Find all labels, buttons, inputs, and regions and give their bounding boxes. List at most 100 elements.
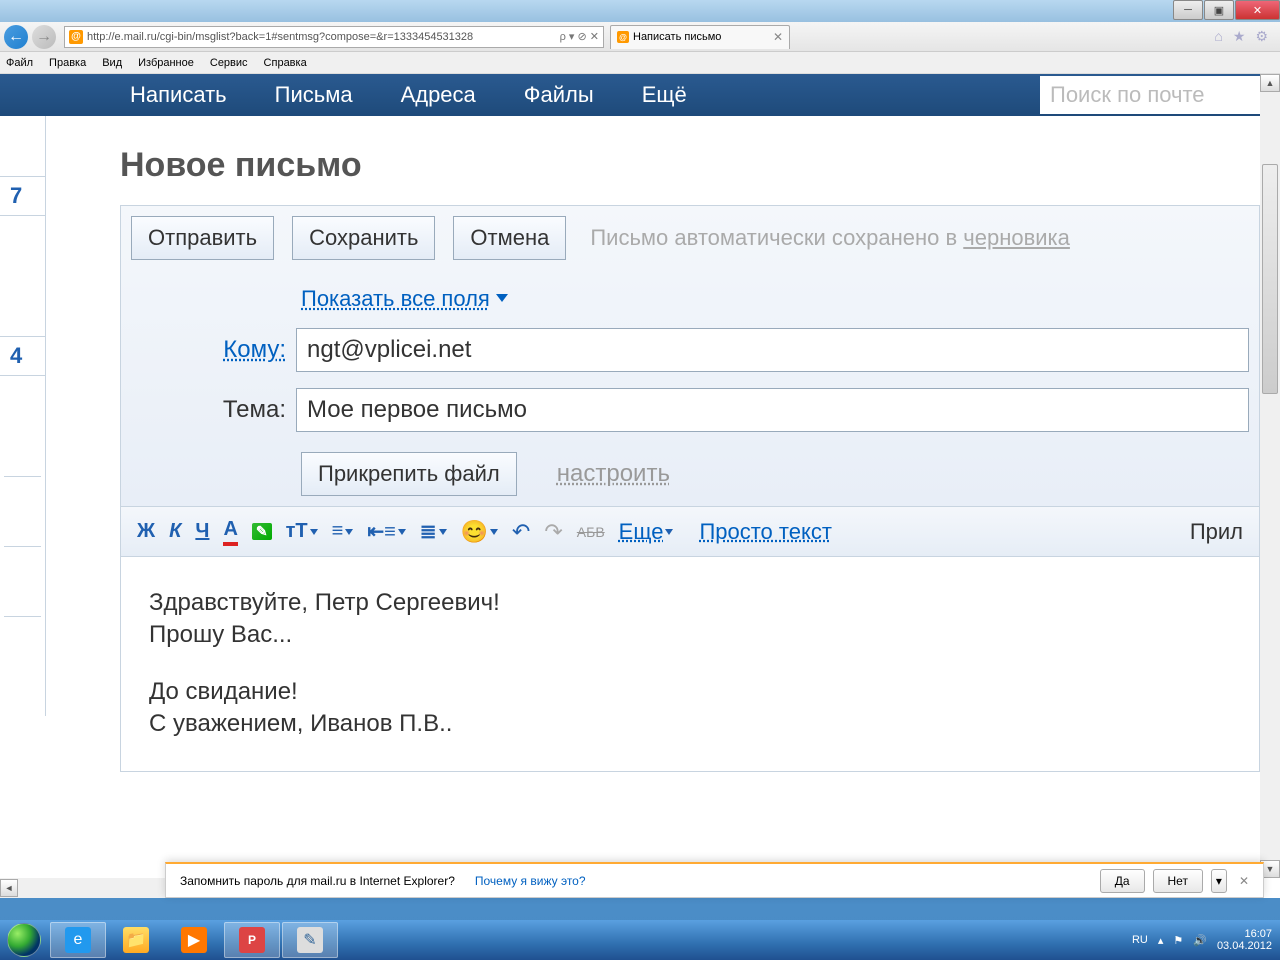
underline-button[interactable]: Ч — [195, 520, 209, 543]
tab-close-icon[interactable]: ✕ — [773, 30, 783, 44]
menu-favorites[interactable]: Избранное — [138, 57, 194, 69]
left-number-7: 7 — [0, 176, 45, 216]
mail-search-input[interactable]: Поиск по почте — [1040, 76, 1260, 114]
italic-button[interactable]: К — [169, 520, 181, 543]
body-line: С уважением, Иванов П.В.. — [149, 708, 1231, 740]
autosave-hint: Письмо автоматически сохранено в чернови… — [590, 225, 1070, 251]
window-minimize-button[interactable]: ─ — [1173, 0, 1203, 20]
start-button[interactable] — [0, 920, 48, 960]
browser-nav-bar: ← → @ http://e.mail.ru/cgi-bin/msglist?b… — [0, 22, 1280, 52]
taskbar-notepad[interactable]: ✎ — [282, 922, 338, 958]
browser-tab[interactable]: @ Написать письмо ✕ — [610, 25, 790, 49]
toolbar-right-label: Прил — [1190, 519, 1243, 545]
tab-title: Написать письмо — [633, 31, 721, 43]
address-bar[interactable]: @ http://e.mail.ru/cgi-bin/msglist?back=… — [64, 26, 604, 48]
nav-files[interactable]: Файлы — [524, 82, 594, 108]
subject-field-row: Тема: — [131, 388, 1249, 432]
taskbar-powerpoint[interactable]: P — [224, 922, 280, 958]
message-body[interactable]: Здравствуйте, Петр Сергеевич! Прошу Вас.… — [120, 557, 1260, 772]
emoji-button[interactable]: 😊 — [461, 519, 498, 545]
more-button[interactable]: Еще — [619, 519, 674, 545]
site-favicon-icon: @ — [69, 30, 83, 44]
send-button[interactable]: Отправить — [131, 216, 274, 260]
taskbar-media[interactable]: ▶ — [166, 922, 222, 958]
tray-volume-icon[interactable]: 🔊 — [1193, 934, 1207, 947]
fontsize-button[interactable]: тT — [286, 520, 318, 543]
save-button[interactable]: Сохранить — [292, 216, 435, 260]
menu-service[interactable]: Сервис — [210, 57, 248, 69]
clear-format-button[interactable]: АБВ — [577, 524, 605, 540]
taskbar-explorer[interactable]: 📁 — [108, 922, 164, 958]
taskbar: e 📁 ▶ P ✎ RU ▴ ⚑ 🔊 16:07 03.04.2012 — [0, 920, 1280, 960]
mail-search-placeholder: Поиск по почте — [1050, 82, 1205, 108]
nav-more[interactable]: Ещё — [642, 82, 687, 108]
tray-flag-icon[interactable]: ⚑ — [1173, 934, 1183, 947]
highlight-button[interactable]: ✎ — [252, 523, 272, 540]
settings-icon[interactable]: ⚙ — [1255, 28, 1268, 45]
forward-button[interactable]: → — [32, 25, 56, 49]
drafts-link[interactable]: черновика — [963, 225, 1070, 250]
chevron-down-icon — [496, 294, 508, 302]
mail-top-nav: Написать Письма Адреса Файлы Ещё Поиск п… — [0, 74, 1260, 116]
to-label[interactable]: Кому: — [131, 336, 296, 364]
notif-dropdown-button[interactable]: ▾ — [1211, 869, 1227, 893]
window-close-button[interactable]: ✕ — [1235, 0, 1280, 20]
color-button[interactable]: А — [223, 518, 237, 546]
left-separator — [4, 476, 41, 477]
bold-button[interactable]: Ж — [137, 520, 155, 543]
to-input[interactable] — [296, 328, 1249, 372]
nav-compose[interactable]: Написать — [130, 82, 227, 108]
configure-link[interactable]: настроить — [557, 460, 670, 488]
tray-clock[interactable]: 16:07 03.04.2012 — [1217, 928, 1272, 952]
editor-toolbar: Ж К Ч А ✎ тT ≡ ⇤≡ ≣ 😊 ↶ ↷ АБВ Еще Просто… — [120, 507, 1260, 557]
tab-favicon-icon: @ — [617, 31, 629, 43]
system-tray: RU ▴ ⚑ 🔊 16:07 03.04.2012 — [1132, 928, 1272, 952]
button-row: Отправить Сохранить Отмена Письмо автома… — [131, 216, 1249, 260]
taskbar-ie[interactable]: e — [50, 922, 106, 958]
left-column: 7 4 — [0, 116, 46, 716]
nav-letters[interactable]: Письма — [275, 82, 353, 108]
notif-close-icon[interactable]: ✕ — [1239, 874, 1249, 888]
list-button[interactable]: ≣ — [420, 519, 447, 544]
back-button[interactable]: ← — [4, 25, 28, 49]
scroll-up-button[interactable]: ▲ — [1260, 74, 1280, 92]
blank-line — [149, 652, 1231, 676]
notif-why-link[interactable]: Почему я вижу это? — [475, 874, 586, 888]
vertical-scrollbar[interactable]: ▲ ▼ — [1260, 74, 1280, 878]
url-controls[interactable]: ρ ▾ ⊘ ✕ — [554, 30, 599, 43]
attach-file-button[interactable]: Прикрепить файл — [301, 452, 517, 496]
align-button[interactable]: ≡ — [332, 520, 354, 543]
to-field-row: Кому: — [131, 328, 1249, 372]
menu-view[interactable]: Вид — [102, 57, 122, 69]
left-separator — [4, 546, 41, 547]
plain-text-link[interactable]: Просто текст — [699, 519, 831, 545]
attach-row: Прикрепить файл настроить — [301, 452, 1249, 496]
left-separator — [4, 616, 41, 617]
tray-arrow-icon[interactable]: ▴ — [1158, 934, 1164, 947]
redo-button[interactable]: ↷ — [544, 519, 562, 545]
undo-button[interactable]: ↶ — [512, 519, 530, 545]
page-title: Новое письмо — [120, 146, 1260, 185]
notif-no-button[interactable]: Нет — [1153, 869, 1203, 893]
left-number-4: 4 — [0, 336, 45, 376]
nav-addresses[interactable]: Адреса — [401, 82, 476, 108]
menu-help[interactable]: Справка — [264, 57, 307, 69]
indent-button[interactable]: ⇤≡ — [367, 519, 405, 544]
scroll-thumb[interactable] — [1262, 164, 1278, 394]
window-titlebar: ─ ▣ ✕ — [0, 0, 1280, 22]
home-icon[interactable]: ⌂ — [1214, 28, 1222, 45]
cancel-button[interactable]: Отмена — [453, 216, 566, 260]
window-maximize-button[interactable]: ▣ — [1204, 0, 1234, 20]
menu-edit[interactable]: Правка — [49, 57, 86, 69]
password-save-bar: Запомнить пароль для mail.ru в Internet … — [165, 862, 1264, 898]
subject-input[interactable] — [296, 388, 1249, 432]
notif-yes-button[interactable]: Да — [1100, 869, 1145, 893]
tray-lang[interactable]: RU — [1132, 934, 1148, 946]
menu-file[interactable]: Файл — [6, 57, 33, 69]
body-line: Здравствуйте, Петр Сергеевич! — [149, 587, 1231, 619]
show-all-fields-link[interactable]: Показать все поля — [301, 286, 508, 312]
scroll-left-button[interactable]: ◄ — [0, 879, 18, 897]
favorites-icon[interactable]: ★ — [1233, 28, 1246, 45]
url-text: http://e.mail.ru/cgi-bin/msglist?back=1#… — [87, 31, 554, 43]
notif-text: Запомнить пароль для mail.ru в Internet … — [180, 874, 455, 888]
